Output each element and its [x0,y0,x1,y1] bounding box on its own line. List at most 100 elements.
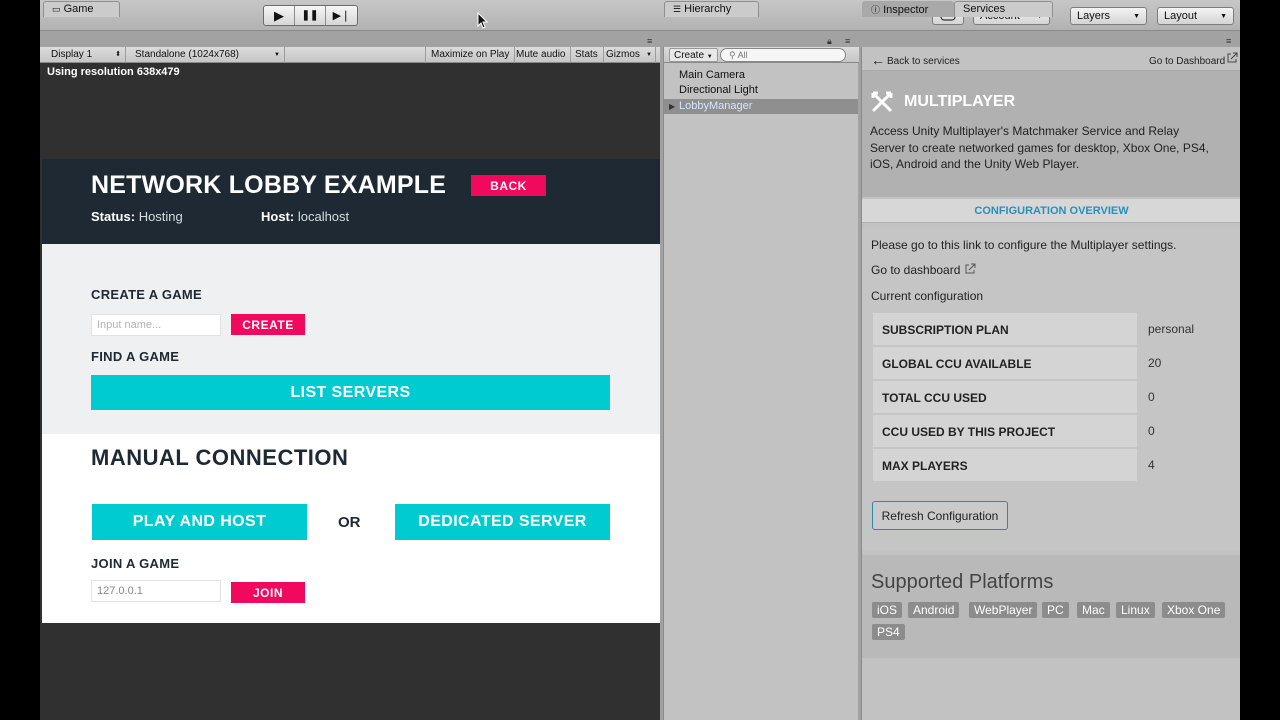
pause-button[interactable]: ❚❚ [295,6,326,25]
expand-arrow-icon[interactable]: ▶ [669,99,675,114]
stats-label: Stats [575,49,598,60]
tab-inspector-label: Inspector [883,4,929,16]
list-servers-button[interactable]: LIST SERVERS [91,375,610,410]
configure-instructions: Please go to this link to configure the … [871,238,1177,252]
play-button[interactable]: ▶ [264,6,295,25]
tab-services[interactable]: Services [954,1,1053,17]
hierarchy-panel-menu-icon[interactable]: ≡ [845,36,850,46]
back-button[interactable]: BACK [471,175,546,196]
platform-chip: PC [1042,602,1069,618]
go-to-dashboard-link-2[interactable]: Go to dashboard [871,263,976,277]
hierarchy-item-lobby-manager[interactable]: ▶ LobbyManager [664,99,858,114]
platform-chip: PS4 [872,624,905,640]
config-row: CCU USED BY THIS PROJECT 0 [873,415,1238,447]
create-dropdown[interactable]: Create ▼ [669,48,718,62]
platform-chip: WebPlayer [969,602,1038,618]
search-placeholder: All [737,50,748,60]
external-link-icon[interactable] [1226,52,1238,64]
game-name-input[interactable]: Input name... [91,314,221,336]
join-game-heading: JOIN A GAME [91,556,180,571]
config-key: SUBSCRIPTION PLAN [873,313,1137,345]
display-label: Display 1 [51,49,93,60]
unity-editor: ▶ ❚❚ ▶❘ Account ▼ Layers ▼ Layout ▼ ▭ Ga… [40,0,1240,720]
back-to-services-link[interactable]: Back to services [887,56,960,67]
game-panel-menu-icon[interactable]: ≡ [647,36,652,46]
current-configuration-label: Current configuration [871,289,984,303]
tab-services-label: Services [963,3,1006,15]
step-button[interactable]: ▶❘ [326,6,357,25]
create-game-heading: CREATE A GAME [91,287,203,302]
hierarchy-icon: ☰ [673,4,682,14]
config-value: 0 [1148,424,1155,438]
layout-label: Layout [1164,10,1198,22]
stats-toggle[interactable]: Stats [570,47,604,63]
go-to-dashboard-link[interactable]: Go to Dashboard [1149,56,1225,67]
config-row: SUBSCRIPTION PLAN personal [873,313,1238,345]
hierarchy-item-main-camera[interactable]: Main Camera [664,68,858,83]
pause-icon: ❚❚ [301,10,319,21]
game-toolbar: Display 1 ⬍ Standalone (1024x768) ▼ Maxi… [40,47,660,63]
mute-audio-toggle[interactable]: Mute audio [511,47,572,63]
gizmos-dropdown[interactable]: Gizmos ▼ [601,47,656,63]
hierarchy-item-directional-light[interactable]: Directional Light [664,83,858,98]
multiplayer-description: Access Unity Multiplayer's Matchmaker Se… [870,124,1209,171]
create-button[interactable]: CREATE [231,314,305,335]
ip-address-input[interactable]: 127.0.0.1 [91,580,221,602]
config-key: TOTAL CCU USED [873,381,1137,413]
layers-label: Layers [1077,10,1111,22]
playback-controls: ▶ ❚❚ ▶❘ [263,5,358,26]
platform-chip: Android [908,602,960,618]
lobby-header: NETWORK LOBBY EXAMPLE BACK Status: Hosti… [42,159,660,244]
tab-inspector[interactable]: ⓘ Inspector [862,1,954,17]
step-icon: ▶❘ [332,10,351,22]
status-text: Status: Hosting [91,209,183,224]
manual-connection-heading: MANUAL CONNECTION [91,445,349,470]
main-toolbar: ▶ ❚❚ ▶❘ Account ▼ Layers ▼ Layout ▼ [40,0,1240,31]
hierarchy-search-input[interactable]: ⚲ All [720,48,846,62]
hierarchy-toolbar: Create ▼ ⚲ All [664,47,859,63]
config-value: 4 [1148,458,1155,472]
status-value: Hosting [138,209,183,224]
chevron-down-icon: ▼ [706,54,713,60]
config-row: TOTAL CCU USED 0 [873,381,1238,413]
arrow-left-icon[interactable]: ← [871,52,885,68]
configuration-overview-header: CONFIGURATION OVERVIEW [862,199,1240,223]
mouse-cursor-icon [477,12,488,29]
layout-dropdown[interactable]: Layout ▼ [1157,7,1234,25]
go-to-dashboard-label: Go to dashboard [871,263,961,277]
create-label: Create [674,50,705,61]
find-game-heading: FIND A GAME [91,349,180,364]
services-panel-menu-icon[interactable]: ≡ [1226,36,1231,46]
maximize-on-play-toggle[interactable]: Maximize on Play [425,47,516,63]
refresh-configuration-button[interactable]: Refresh Configuration [872,501,1008,530]
resolution-select[interactable]: Standalone (1024x768) ▼ [130,47,285,63]
lobby-title: NETWORK LOBBY EXAMPLE [91,171,447,199]
tab-hierarchy[interactable]: ☰ Hierarchy [664,1,759,17]
game-view: Display 1 ⬍ Standalone (1024x768) ▼ Maxi… [40,47,660,720]
tab-hierarchy-label: Hierarchy [684,3,732,15]
host-text: Host: localhost [261,209,349,224]
join-button[interactable]: JOIN [231,582,305,603]
mute-label: Mute audio [516,49,566,60]
external-link-icon [965,263,976,274]
hierarchy-panel: Create ▼ ⚲ All Main Camera Directional L… [663,47,859,720]
configuration-section: Please go to this link to configure the … [862,228,1240,550]
dedicated-server-button[interactable]: DEDICATED SERVER [395,504,610,540]
host-label: Host: [261,209,295,224]
display-select[interactable]: Display 1 ⬍ [46,47,126,63]
config-key: GLOBAL CCU AVAILABLE [873,347,1137,379]
resolution-info: Using resolution 638x479 [47,66,180,78]
play-icon: ▶ [274,7,284,23]
gizmos-label: Gizmos [606,49,640,60]
chevron-updown-icon: ⬍ [115,51,121,58]
config-key: CCU USED BY THIS PROJECT [873,415,1137,447]
manual-connection-section: MANUAL CONNECTION PLAY AND HOST OR DEDIC… [42,434,660,623]
chevron-down-icon: ▼ [1220,12,1227,20]
layers-dropdown[interactable]: Layers ▼ [1070,7,1147,25]
play-and-host-button[interactable]: PLAY AND HOST [92,504,307,540]
config-value: 20 [1148,356,1162,370]
config-key: MAX PLAYERS [873,449,1137,481]
tab-game[interactable]: ▭ Game [43,1,120,17]
supported-platforms-section: Supported Platforms iOS Android WebPlaye… [862,555,1240,658]
lock-icon[interactable]: 🔒︎ [827,36,832,47]
